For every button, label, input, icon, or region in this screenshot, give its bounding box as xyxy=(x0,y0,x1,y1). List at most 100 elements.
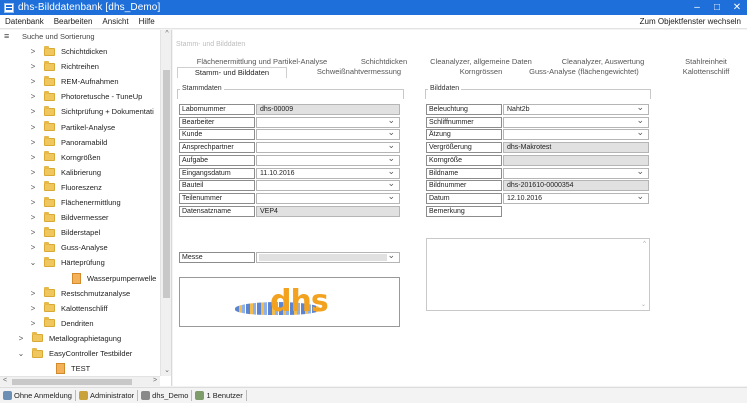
folder-icon xyxy=(44,181,55,192)
minimize-button[interactable]: – xyxy=(687,0,707,15)
scroll-thumb[interactable] xyxy=(163,70,170,298)
sidebar-item[interactable]: > Fluoreszenz xyxy=(28,180,102,195)
sidebar-vertical-scrollbar[interactable]: ^ ⌄ xyxy=(160,30,171,376)
scroll-down-icon[interactable]: ⌄ xyxy=(161,366,171,376)
bilddaten-field-value[interactable]: Naht2b xyxy=(503,104,649,115)
folder-icon xyxy=(44,105,55,116)
stammdaten-field-label: Teilenummer xyxy=(179,192,255,204)
sidebar-item[interactable]: > Richtreihen xyxy=(28,59,99,74)
stammdaten-field-value[interactable] xyxy=(256,116,400,128)
sidebar-item[interactable]: > Guss-Analyse xyxy=(28,240,108,255)
scroll-left-icon[interactable]: < xyxy=(0,377,10,386)
chevron-right-icon[interactable]: > xyxy=(28,198,38,207)
chevron-down-icon[interactable]: ⌄ xyxy=(28,258,38,267)
stammdaten-field-label: Labornummer xyxy=(179,104,255,115)
folder-icon xyxy=(44,241,55,252)
stammdaten-field-value[interactable] xyxy=(256,192,400,204)
maximize-button[interactable]: □ xyxy=(707,0,727,15)
chevron-right-icon[interactable]: > xyxy=(28,92,38,101)
sidebar-item[interactable]: ⌄ EasyController Testbilder xyxy=(16,346,132,361)
sidebar-item[interactable]: > Korngrößen xyxy=(28,150,101,165)
close-button[interactable]: ✕ xyxy=(727,0,747,15)
chevron-right-icon[interactable]: > xyxy=(28,168,38,177)
chevron-right-icon[interactable]: > xyxy=(28,289,38,298)
sidebar-horizontal-scrollbar[interactable]: < > xyxy=(0,376,160,386)
sidebar-item[interactable]: > REM-Aufnahmen xyxy=(28,74,119,89)
chevron-right-icon[interactable]: > xyxy=(28,62,38,71)
chevron-right-icon[interactable]: > xyxy=(16,334,26,343)
chevron-right-icon[interactable]: > xyxy=(28,153,38,162)
switch-object-window-link[interactable]: Zum Objektfenster wechseln xyxy=(640,17,741,26)
bilddaten-field-value[interactable]: 12.10.2016 xyxy=(503,192,649,204)
chevron-right-icon[interactable]: > xyxy=(28,123,38,132)
sidebar-item[interactable]: > Kalottenschliff xyxy=(28,301,108,316)
sidebar-item[interactable]: > Metallographietagung xyxy=(16,331,121,346)
sidebar-item[interactable]: > Sichtprüfung + Dokumentati xyxy=(28,104,154,119)
sidebar-item[interactable]: ⌄ Härteprüfung xyxy=(28,255,105,270)
folder-icon xyxy=(32,347,43,358)
stammdaten-field-value[interactable] xyxy=(256,129,400,141)
chevron-right-icon[interactable]: > xyxy=(28,228,38,237)
scroll-up-icon[interactable]: ^ xyxy=(161,30,171,40)
menu-icon[interactable]: ≡ xyxy=(4,32,12,41)
sidebar-item[interactable]: > Bildvermesser xyxy=(28,210,109,225)
stammdaten-field-label: Bearbeiter xyxy=(179,116,255,128)
stammdaten-field-value: VEP4 xyxy=(256,205,400,217)
bilddaten-field-label: Ätzung xyxy=(426,129,502,141)
tab-guss-analyse[interactable]: Guss-Analyse (flächengewichtet) xyxy=(503,67,665,78)
bilddaten-field-value[interactable] xyxy=(503,116,649,128)
memo-scroll-up-icon[interactable]: ^ xyxy=(643,241,646,247)
stammdaten-field-value[interactable] xyxy=(256,142,400,154)
status-item-label: Administrator xyxy=(89,391,135,400)
menu-bearbeiten[interactable]: Bearbeiten xyxy=(49,17,98,26)
chevron-right-icon[interactable]: > xyxy=(28,183,38,192)
menu-ansicht[interactable]: Ansicht xyxy=(97,17,133,26)
sidebar-item[interactable]: > Dendriten xyxy=(28,316,94,331)
bilddaten-field-value[interactable] xyxy=(503,129,649,141)
memo-scroll-down-icon[interactable]: ⌄ xyxy=(641,301,646,308)
chevron-right-icon[interactable]: > xyxy=(28,47,38,56)
menu-datenbank[interactable]: Datenbank xyxy=(0,17,49,26)
sidebar-item-label: Dendriten xyxy=(61,318,94,328)
stammdaten-field-label: Kunde xyxy=(179,129,255,141)
sidebar-item[interactable]: > Restschmutzanalyse xyxy=(28,286,130,301)
chevron-right-icon[interactable]: > xyxy=(28,304,38,313)
stammdaten-field-value[interactable]: 11.10.2016 xyxy=(256,167,400,179)
sidebar-item[interactable]: > Schichtdicken xyxy=(28,44,107,59)
sidebar-item[interactable]: > Photoretusche - TuneUp xyxy=(28,89,142,104)
bilddaten-field-value[interactable] xyxy=(503,167,649,179)
sidebar-item[interactable]: > Panoramabild xyxy=(28,135,107,150)
status-item: 1 Benutzer xyxy=(192,390,247,401)
sidebar-item[interactable]: > Kalibrierung xyxy=(28,165,101,180)
hscroll-thumb[interactable] xyxy=(12,379,132,385)
chevron-right-icon[interactable]: > xyxy=(28,138,38,147)
chevron-right-icon[interactable]: > xyxy=(28,213,38,222)
sidebar-item-label: Flächenermittlung xyxy=(61,198,121,207)
tab-kalottenschliff[interactable]: Kalottenschliff xyxy=(667,67,745,78)
sidebar-item[interactable]: > Bilderstapel xyxy=(28,225,100,240)
sidebar-title: Suche und Sortierung xyxy=(22,31,95,41)
chevron-right-icon[interactable]: > xyxy=(28,319,38,328)
chevron-right-icon[interactable]: > xyxy=(28,243,38,252)
sidebar-item-label: Kalibrierung xyxy=(61,167,102,177)
sidebar-item[interactable]: > Partikel-Analyse xyxy=(28,120,115,135)
folder-icon xyxy=(44,211,55,222)
folder-icon xyxy=(32,332,43,343)
tab-schweissnahtvermessung[interactable]: Schweißnahtvermessung xyxy=(299,67,419,78)
stammdaten-field-value[interactable] xyxy=(256,154,400,166)
stammdaten-field-value[interactable] xyxy=(256,180,400,192)
sidebar-item[interactable]: TEST xyxy=(40,361,90,376)
tab-stamm-und-bilddaten[interactable]: Stamm- und Bilddaten xyxy=(177,67,287,78)
bemerkung-memo[interactable]: ^ ⌄ xyxy=(426,238,650,311)
chevron-down-icon[interactable]: ⌄ xyxy=(16,349,26,358)
sidebar-item[interactable]: > Flächenermittlung xyxy=(28,195,121,210)
status-item: dhs_Demo xyxy=(138,390,193,401)
sidebar-item-label: Wasserpumpenwelle xyxy=(87,273,157,283)
menu-hilfe[interactable]: Hilfe xyxy=(134,17,160,26)
chevron-right-icon[interactable]: > xyxy=(28,107,38,116)
status-items: Ohne Anmeldung Administrator dhs_Demo 1 Ben… xyxy=(0,390,247,401)
sidebar-item-label: Kalottenschliff xyxy=(61,303,108,313)
chevron-right-icon[interactable]: > xyxy=(28,77,38,86)
scroll-right-icon[interactable]: > xyxy=(150,377,160,386)
sidebar-item[interactable]: Wasserpumpenwelle xyxy=(56,271,156,286)
